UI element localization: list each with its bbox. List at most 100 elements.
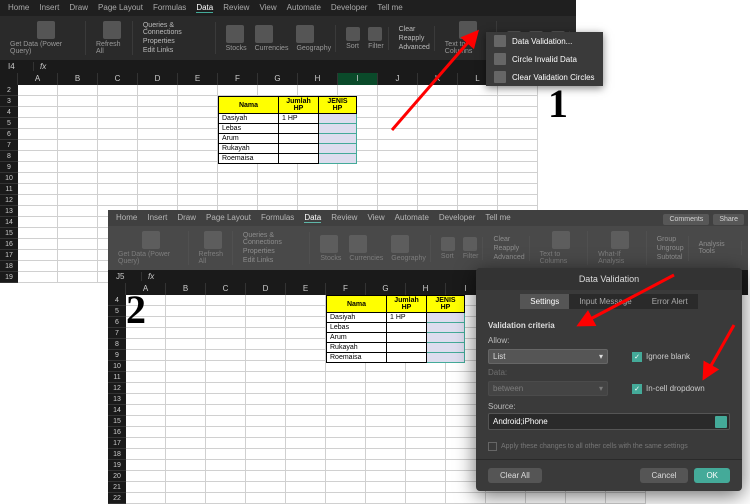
clear-all-button[interactable]: Clear All <box>488 468 542 483</box>
row-header-15[interactable]: 15 <box>0 228 18 239</box>
refresh-icon[interactable] <box>103 21 121 39</box>
tab-draw[interactable]: Draw <box>69 3 88 13</box>
reapply-button[interactable]: Reapply <box>399 35 425 42</box>
table-cell[interactable] <box>427 343 465 353</box>
row-header-9[interactable]: 9 <box>108 350 126 361</box>
select-all-corner[interactable] <box>0 73 18 85</box>
row-header-12[interactable]: 12 <box>108 383 126 394</box>
row-header-13[interactable]: 13 <box>0 206 18 217</box>
ok-button[interactable]: OK <box>694 468 730 483</box>
table-cell[interactable] <box>319 154 357 164</box>
in-cell-dropdown-checkbox[interactable]: ✓In-cell dropdown <box>632 384 705 394</box>
fx-icon[interactable]: fx <box>142 272 160 281</box>
col-header-G[interactable]: G <box>366 283 406 295</box>
col-header-H[interactable]: H <box>298 73 338 85</box>
row-header-14[interactable]: 14 <box>108 405 126 416</box>
dropdown-item[interactable]: Data Validation... <box>486 32 603 50</box>
row-header-12[interactable]: 12 <box>0 195 18 206</box>
tab-view[interactable]: View <box>367 213 384 223</box>
row-header-13[interactable]: 13 <box>108 394 126 405</box>
row-header-15[interactable]: 15 <box>108 416 126 427</box>
row-header-22[interactable]: 22 <box>108 493 126 504</box>
table-cell[interactable]: Arum <box>327 333 387 343</box>
col-header-E[interactable]: E <box>178 73 218 85</box>
name-box[interactable]: J5 <box>112 272 142 281</box>
dropdown-item[interactable]: Clear Validation Circles <box>486 68 603 86</box>
dialog-tab-settings[interactable]: Settings <box>520 294 569 309</box>
tab-tell-me[interactable]: Tell me <box>485 213 510 223</box>
tab-tell-me[interactable]: Tell me <box>377 3 402 13</box>
row-header-8[interactable]: 8 <box>108 339 126 350</box>
col-header-H[interactable]: H <box>406 283 446 295</box>
table-header[interactable]: JENIS HP <box>427 296 465 313</box>
allow-select[interactable]: List▾ <box>488 349 608 364</box>
tab-review[interactable]: Review <box>223 3 249 13</box>
table-cell[interactable]: Lebas <box>327 323 387 333</box>
currencies-icon[interactable] <box>255 25 273 43</box>
sort-icon[interactable] <box>346 27 360 41</box>
table-cell[interactable] <box>319 114 357 124</box>
table-cell[interactable] <box>279 154 319 164</box>
table-cell[interactable]: Arum <box>219 134 279 144</box>
dropdown-item[interactable]: Circle Invalid Data <box>486 50 603 68</box>
table-cell[interactable]: Dasiyah <box>219 114 279 124</box>
row-header-20[interactable]: 20 <box>108 471 126 482</box>
table-header[interactable]: Nama <box>327 296 387 313</box>
comments-button[interactable]: Comments <box>663 214 709 225</box>
geography-icon[interactable] <box>296 25 314 43</box>
table-cell[interactable]: Lebas <box>219 124 279 134</box>
tab-data[interactable]: Data <box>196 3 213 13</box>
table-cell[interactable] <box>427 323 465 333</box>
col-header-B[interactable]: B <box>58 73 98 85</box>
table-header[interactable]: JENIS HP <box>319 97 357 114</box>
row-header-2[interactable]: 2 <box>0 85 18 96</box>
row-header-9[interactable]: 9 <box>0 162 18 173</box>
tab-developer[interactable]: Developer <box>331 3 367 13</box>
row-header-11[interactable]: 11 <box>108 372 126 383</box>
select-all-corner[interactable] <box>108 283 126 295</box>
table-cell[interactable] <box>387 323 427 333</box>
row-header-17[interactable]: 17 <box>108 438 126 449</box>
tab-home[interactable]: Home <box>8 3 29 13</box>
col-header-G[interactable]: G <box>258 73 298 85</box>
table-header[interactable]: Nama <box>219 97 279 114</box>
tab-page-layout[interactable]: Page Layout <box>206 213 251 223</box>
row-header-3[interactable]: 3 <box>0 96 18 107</box>
tab-data[interactable]: Data <box>304 213 321 223</box>
table-cell[interactable]: 1 HP <box>387 313 427 323</box>
table-header[interactable]: Jumlah HP <box>279 97 319 114</box>
row-header-6[interactable]: 6 <box>0 129 18 140</box>
table-cell[interactable] <box>319 134 357 144</box>
table-cell[interactable]: Rukayah <box>219 144 279 154</box>
col-header-C[interactable]: C <box>206 283 246 295</box>
stocks-icon[interactable] <box>226 25 244 43</box>
col-header-C[interactable]: C <box>98 73 138 85</box>
name-box[interactable]: I4 <box>4 62 34 71</box>
tab-automate[interactable]: Automate <box>395 213 429 223</box>
table-cell[interactable] <box>279 144 319 154</box>
table-cell[interactable] <box>279 134 319 144</box>
row-header-21[interactable]: 21 <box>108 482 126 493</box>
col-header-E[interactable]: E <box>286 283 326 295</box>
tab-insert[interactable]: Insert <box>39 3 59 13</box>
table-cell[interactable]: 1 HP <box>279 114 319 124</box>
row-header-14[interactable]: 14 <box>0 217 18 228</box>
queries-button[interactable]: Queries & Connections <box>143 22 211 36</box>
col-header-I[interactable]: I <box>338 73 378 85</box>
tab-view[interactable]: View <box>259 3 276 13</box>
tab-page-layout[interactable]: Page Layout <box>98 3 143 13</box>
table-cell[interactable] <box>319 144 357 154</box>
tab-home[interactable]: Home <box>116 213 137 223</box>
row-header-18[interactable]: 18 <box>108 449 126 460</box>
range-picker-icon[interactable] <box>715 416 727 428</box>
table-cell[interactable] <box>387 333 427 343</box>
row-header-5[interactable]: 5 <box>108 306 126 317</box>
row-header-4[interactable]: 4 <box>0 107 18 118</box>
text-to-columns-icon[interactable] <box>459 21 477 39</box>
tab-formulas[interactable]: Formulas <box>261 213 294 223</box>
table-cell[interactable]: Rukayah <box>327 343 387 353</box>
col-header-D[interactable]: D <box>246 283 286 295</box>
dialog-tab-input-message[interactable]: Input Message <box>569 294 641 309</box>
row-header-7[interactable]: 7 <box>0 140 18 151</box>
table-cell[interactable]: Dasiyah <box>327 313 387 323</box>
